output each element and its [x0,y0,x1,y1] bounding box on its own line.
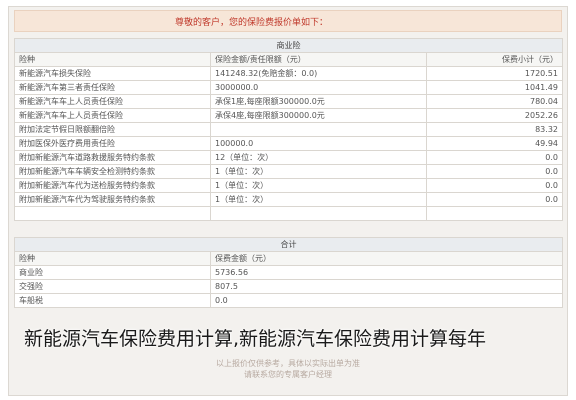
cell-limit: 100000.0 [210,136,427,151]
cell-coverage: 附加法定节假日限额翻倍险 [14,122,211,137]
table-row: 附加法定节假日限额翻倍险 83.32 [14,122,563,137]
cell-premium: 0.0 [426,164,563,179]
commercial-insurance-table: 商业险 险种 保险金额/责任限额（元） 保费小计（元） 新能源汽车损失保险 14… [14,38,563,221]
table-row [14,206,563,221]
column-header-row: 险种 保险金额/责任限额（元） 保费小计（元） [14,52,563,67]
table-row: 车船税 0.0 [14,293,563,308]
cell-limit: 承保1座,每座限额300000.0元 [210,94,427,109]
cell-premium: 1720.51 [426,66,563,81]
col-header-coverage: 险种 [14,52,211,67]
cell-limit: 141248.32(免赔金额：0.0) [210,66,427,81]
table-row: 附加医保外医疗费用责任险 100000.0 49.94 [14,136,563,151]
section-title: 合计 [14,237,563,252]
cell-limit: 3000000.0 [210,80,427,95]
cell-coverage: 交强险 [14,279,211,294]
col-header-premium: 保费小计（元） [426,52,563,67]
table-row: 交强险 807.5 [14,279,563,294]
cell-coverage: 新能源汽车第三者责任保险 [14,80,211,95]
notice-banner: 尊敬的客户，您的保险费报价单如下： [14,10,562,32]
cell-premium: 83.32 [426,122,563,137]
cell-coverage: 附加新能源汽车代为驾驶服务特约条款 [14,192,211,207]
cell-limit: 1（单位：次） [210,192,427,207]
cell-coverage: 附加新能源汽车道路救援服务特约条款 [14,150,211,165]
table-row: 附加新能源汽车道路救援服务特约条款 12（单位：次） 0.0 [14,150,563,165]
cell-coverage: 新能源汽车车上人员责任保险 [14,94,211,109]
col-header-coverage: 险种 [14,251,211,266]
notice-text: 尊敬的客户，您的保险费报价单如下： [175,18,329,28]
cell-coverage: 新能源汽车损失保险 [14,66,211,81]
section-title: 商业险 [14,38,563,53]
cell-limit [210,206,427,221]
cell-premium: 2052.26 [426,108,563,123]
cell-premium: 780.04 [426,94,563,109]
cell-coverage: 附加医保外医疗费用责任险 [14,136,211,151]
column-header-row: 险种 保费金额（元） [14,251,563,266]
cell-premium: 0.0 [426,150,563,165]
cell-coverage: 附加新能源汽车车辆安全检测特约条款 [14,164,211,179]
table-row: 附加新能源汽车车辆安全检测特约条款 1（单位：次） 0.0 [14,164,563,179]
table-row: 附加新能源汽车代为送检服务特约条款 1（单位：次） 0.0 [14,178,563,193]
cell-amount: 5736.56 [210,265,563,280]
image-caption: 新能源汽车保险费用计算,新能源汽车保险费用计算每年 [24,328,487,350]
section-header-row: 合计 [14,237,563,252]
section-header-row: 商业险 [14,38,563,53]
cell-premium: 49.94 [426,136,563,151]
watermark: 以上报价仅供参考，具体以实际出单为准 请联系您的专属客户经理 [168,358,408,380]
table-row: 新能源汽车第三者责任保险 3000000.0 1041.49 [14,80,563,95]
cell-limit: 12（单位：次） [210,150,427,165]
table-row: 新能源汽车车上人员责任保险 承保1座,每座限额300000.0元 780.04 [14,94,563,109]
table-row: 新能源汽车损失保险 141248.32(免赔金额：0.0) 1720.51 [14,66,563,81]
watermark-line: 以上报价仅供参考，具体以实际出单为准 [216,359,360,368]
watermark-line: 请联系您的专属客户经理 [244,370,332,379]
cell-premium [426,206,563,221]
cell-limit: 承保4座,每座限额300000.0元 [210,108,427,123]
cell-limit: 1（单位：次） [210,164,427,179]
cell-premium: 0.0 [426,192,563,207]
cell-premium: 1041.49 [426,80,563,95]
cell-coverage: 附加新能源汽车代为送检服务特约条款 [14,178,211,193]
table-row: 附加新能源汽车代为驾驶服务特约条款 1（单位：次） 0.0 [14,192,563,207]
cell-limit [210,122,427,137]
cell-premium: 0.0 [426,178,563,193]
cell-coverage: 商业险 [14,265,211,280]
cell-coverage: 车船税 [14,293,211,308]
cell-amount: 0.0 [210,293,563,308]
cell-limit: 1（单位：次） [210,178,427,193]
table-row: 商业险 5736.56 [14,265,563,280]
total-table: 合计 险种 保费金额（元） 商业险 5736.56 交强险 807.5 车船税 … [14,237,563,308]
cell-coverage [14,206,211,221]
cell-amount: 807.5 [210,279,563,294]
cell-coverage: 新能源汽车车上人员责任保险 [14,108,211,123]
table-row: 新能源汽车车上人员责任保险 承保4座,每座限额300000.0元 2052.26 [14,108,563,123]
col-header-limit: 保险金额/责任限额（元） [210,52,427,67]
col-header-premium-amount: 保费金额（元） [210,251,563,266]
